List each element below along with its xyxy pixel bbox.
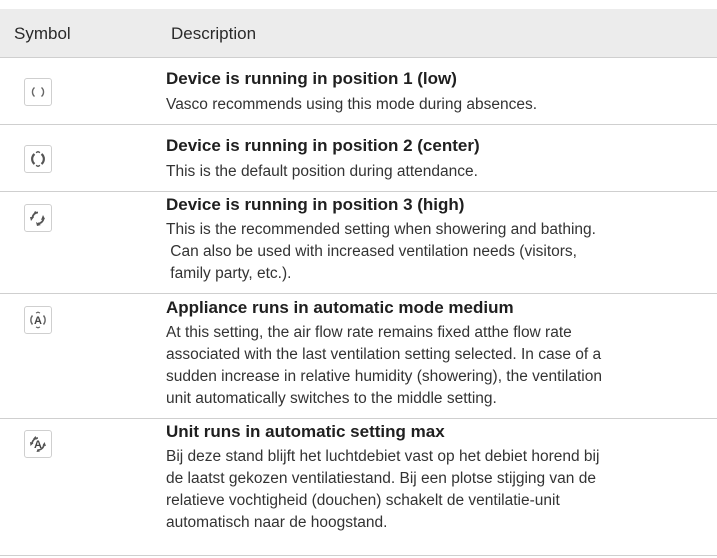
description-line: Bij deze stand blijft het luchtdebiet va… xyxy=(166,448,600,465)
description-line: This is the recommended setting when sho… xyxy=(166,221,596,238)
auto-max-icon: A xyxy=(24,430,52,458)
row-description: At this setting, the air flow rate remai… xyxy=(166,322,711,410)
fan-position-3-icon xyxy=(24,204,52,232)
description-line: Can also be used with increased ventilat… xyxy=(166,243,577,260)
description-line: Vasco recommends using this mode during … xyxy=(166,96,538,113)
row-title: Appliance runs in automatic mode medium xyxy=(166,298,514,317)
table-row: Device is running in position 2 (center)… xyxy=(0,125,717,192)
row-description: Vasco recommends using this mode during … xyxy=(166,94,711,116)
header-symbol: Symbol xyxy=(14,24,71,43)
fan-position-1-icon xyxy=(24,78,52,106)
table-row: A Unit runs in automatic setting max Bij… xyxy=(0,419,717,556)
description-line: At this setting, the air flow rate remai… xyxy=(166,324,572,341)
row-description: This is the recommended setting when sho… xyxy=(166,219,711,285)
table-header: Symbol Description xyxy=(0,9,717,58)
header-description: Description xyxy=(171,24,257,43)
row-title: Device is running in position 1 (low) xyxy=(166,69,457,88)
table-row: A Appliance runs in automatic mode mediu… xyxy=(0,294,717,419)
table-row: Device is running in position 1 (low) Va… xyxy=(0,58,717,125)
auto-letter: A xyxy=(34,315,42,327)
table-row: Device is running in position 3 (high) T… xyxy=(0,192,717,294)
row-description: This is the default position during atte… xyxy=(166,161,711,183)
description-line: unit automatically switches to the middl… xyxy=(166,390,497,407)
description-line: associated with the last ventilation set… xyxy=(166,346,602,363)
row-title: Device is running in position 3 (high) xyxy=(166,195,465,214)
symbol-table: Symbol Description Device is running in … xyxy=(0,9,717,556)
row-title: Device is running in position 2 (center) xyxy=(166,136,480,155)
fan-position-2-icon xyxy=(24,145,52,173)
auto-medium-icon: A xyxy=(24,306,52,334)
description-line: family party, etc.). xyxy=(166,265,292,282)
auto-letter: A xyxy=(34,439,42,451)
description-line: This is the default position during atte… xyxy=(166,163,478,180)
row-description: Bij deze stand blijft het luchtdebiet va… xyxy=(166,446,711,534)
description-line: relatieve vochtigheid (douchen) schakelt… xyxy=(166,492,560,509)
row-title: Unit runs in automatic setting max xyxy=(166,422,445,441)
description-line: de laatst gekozen ventilatiestand. Bij e… xyxy=(166,470,596,487)
description-line: sudden increase in relative humidity (sh… xyxy=(166,368,602,385)
description-line: automatisch naar de hoogstand. xyxy=(166,514,388,531)
